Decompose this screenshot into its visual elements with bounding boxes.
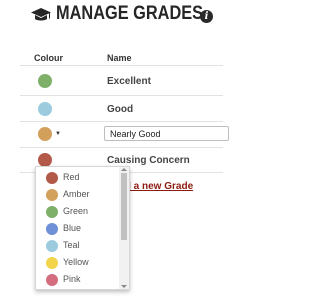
colour-swatch[interactable] bbox=[38, 102, 52, 116]
colour-dot bbox=[46, 257, 58, 269]
grade-name-input[interactable] bbox=[104, 126, 229, 141]
divider bbox=[20, 121, 223, 122]
column-header-colour: Colour bbox=[34, 53, 63, 63]
grade-name: Good bbox=[107, 104, 134, 115]
scroll-up-arrow-icon[interactable] bbox=[121, 168, 127, 171]
colour-option-label: Amber bbox=[63, 189, 90, 199]
colour-dot bbox=[46, 172, 58, 184]
scroll-down-arrow-icon[interactable] bbox=[121, 285, 127, 288]
colour-option-label: Green bbox=[63, 206, 89, 216]
page-title: MANAGE GRADES bbox=[56, 3, 204, 24]
colour-option-red[interactable]: Red bbox=[36, 170, 116, 188]
divider bbox=[20, 95, 223, 96]
colour-swatch[interactable] bbox=[38, 74, 52, 88]
page-header: MANAGE GRADES i bbox=[0, 0, 223, 36]
info-icon[interactable]: i bbox=[200, 10, 213, 23]
colour-option-label: Blue bbox=[63, 223, 82, 233]
divider bbox=[20, 65, 223, 66]
chevron-down-icon[interactable]: ▼ bbox=[55, 131, 61, 137]
colour-option-green[interactable]: Green bbox=[36, 204, 116, 222]
add-new-grade-link[interactable]: ld a new Grade bbox=[122, 181, 193, 192]
colour-option-blue[interactable]: Blue bbox=[36, 221, 116, 239]
colour-option-teal[interactable]: Teal bbox=[36, 238, 116, 256]
colour-dot bbox=[46, 206, 58, 218]
colour-dot bbox=[46, 189, 58, 201]
colour-dot bbox=[46, 240, 58, 252]
colour-dropdown[interactable]: Red Amber Green Blue Teal Yellow Pink bbox=[35, 166, 130, 290]
scrollbar-thumb[interactable] bbox=[121, 173, 127, 240]
divider bbox=[20, 147, 223, 148]
colour-option-label: Red bbox=[63, 172, 80, 182]
colour-option-label: Pink bbox=[63, 274, 81, 284]
colour-swatch[interactable] bbox=[38, 127, 52, 141]
grade-name: Causing Concern bbox=[107, 155, 190, 166]
colour-dot bbox=[46, 223, 58, 235]
colour-option-label: Yellow bbox=[63, 257, 89, 267]
colour-option-yellow[interactable]: Yellow bbox=[36, 255, 116, 273]
grade-name: Excellent bbox=[107, 76, 151, 87]
dropdown-scrollbar[interactable] bbox=[119, 167, 129, 289]
colour-option-amber[interactable]: Amber bbox=[36, 187, 116, 205]
colour-dot bbox=[46, 274, 58, 286]
colour-option-pink[interactable]: Pink bbox=[36, 272, 116, 289]
graduation-cap-icon bbox=[31, 8, 51, 21]
colour-option-label: Teal bbox=[63, 240, 80, 250]
colour-swatch[interactable] bbox=[38, 153, 52, 167]
column-header-name: Name bbox=[107, 53, 132, 63]
